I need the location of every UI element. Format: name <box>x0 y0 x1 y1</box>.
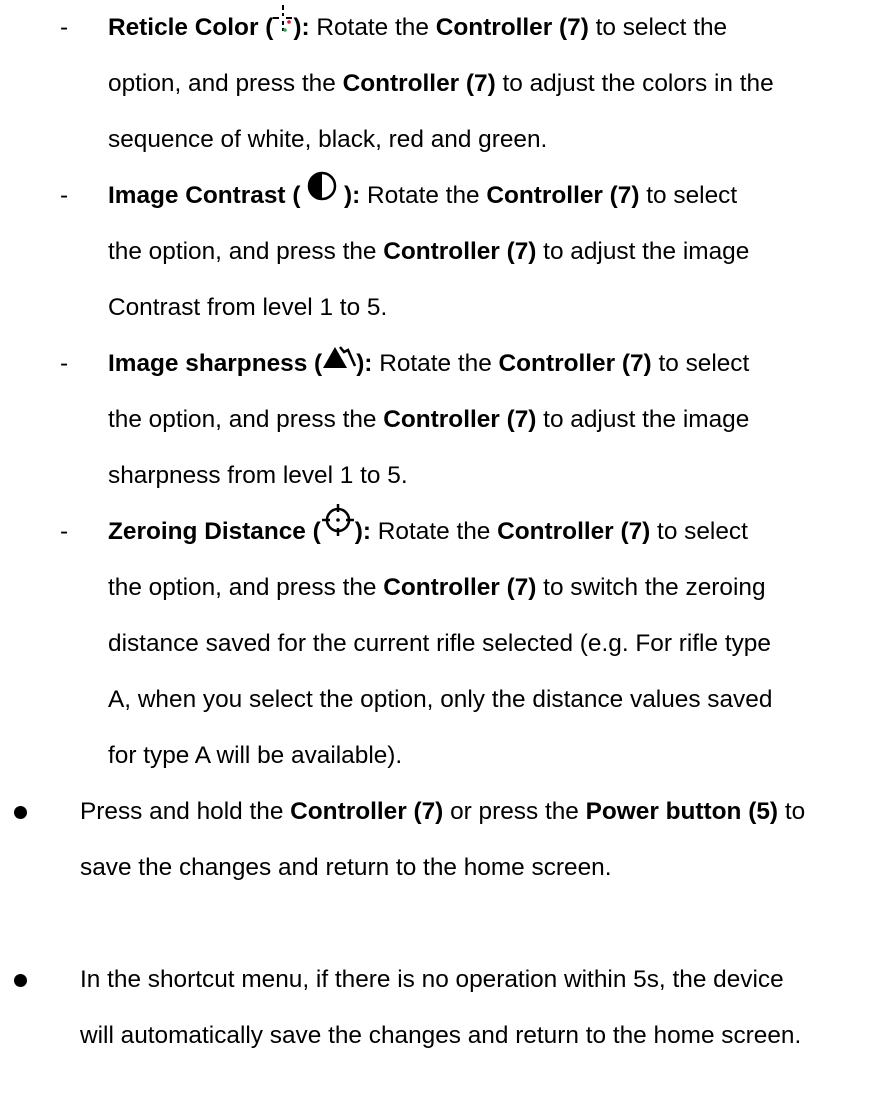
dash-marker: - <box>60 350 69 377</box>
reticle-color-icon <box>273 0 293 54</box>
item-title: Zeroing Distance ( <box>108 518 321 545</box>
dash-marker: - <box>60 14 69 41</box>
bullet-dot <box>14 974 27 987</box>
contrast-icon <box>307 166 337 222</box>
sharpness-icon <box>322 334 357 390</box>
item-title: Reticle Color ( <box>108 14 274 41</box>
manual-page: - Reticle Color ( ): Rotate the Controll… <box>0 0 888 1102</box>
bullet-dot <box>14 806 27 819</box>
dash-marker: - <box>60 182 69 209</box>
dash-marker: - <box>60 518 69 545</box>
crosshair-icon <box>321 502 355 558</box>
item-title: Image Contrast ( <box>108 182 301 209</box>
item-title: Image sharpness ( <box>108 350 323 377</box>
